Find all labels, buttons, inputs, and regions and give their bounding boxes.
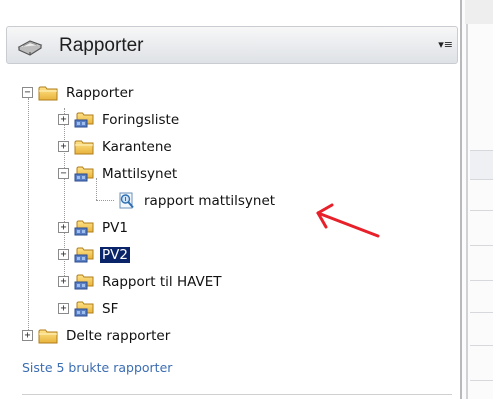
folder-icon bbox=[38, 84, 60, 102]
folder-icon bbox=[74, 138, 96, 156]
tree-node-label: rapport mattilsynet bbox=[144, 193, 276, 209]
tree-node-label-selected: PV2 bbox=[100, 247, 130, 263]
tree-node-label: Delte rapporter bbox=[66, 328, 171, 344]
tree-node-delte-rapporter[interactable]: Delte rapporter bbox=[38, 325, 172, 347]
tree-node-label: PV1 bbox=[102, 220, 128, 236]
shared-folder-icon bbox=[74, 273, 96, 291]
report-icon bbox=[119, 192, 134, 209]
panel-header[interactable]: Rapporter ▾≡ bbox=[6, 26, 458, 64]
panel-title: Rapporter bbox=[59, 35, 144, 56]
tree-node-pv1[interactable]: PV1 bbox=[74, 217, 130, 239]
expand-toggle-rapport-til-havet[interactable]: + bbox=[58, 276, 69, 287]
annotation-arrow-icon bbox=[316, 203, 380, 238]
expand-toggle-delte-rapporter[interactable]: + bbox=[22, 330, 33, 341]
reports-panel: Rapporter ▾≡ − Rapporter + Foringsliste … bbox=[0, 0, 466, 399]
shared-folder-icon bbox=[74, 300, 96, 318]
tree-node-label: Mattilsynet bbox=[102, 166, 178, 182]
tree-connector bbox=[28, 98, 29, 338]
adjacent-pane-top bbox=[465, 0, 493, 24]
divider bbox=[22, 394, 452, 395]
shared-folder-icon bbox=[74, 219, 96, 237]
tree-connector bbox=[96, 200, 114, 201]
tree-node-foringsliste[interactable]: Foringsliste bbox=[74, 109, 181, 131]
tree-node-karantene[interactable]: Karantene bbox=[74, 136, 174, 158]
expand-toggle-foringsliste[interactable]: + bbox=[58, 114, 69, 125]
book-icon bbox=[17, 40, 43, 56]
panel-menu-button[interactable]: ▾≡ bbox=[438, 37, 453, 53]
adjacent-pane-edge bbox=[460, 0, 493, 399]
expand-toggle-karantene[interactable]: + bbox=[58, 141, 69, 152]
folder-icon bbox=[38, 327, 60, 345]
recent-reports-link[interactable]: Siste 5 brukte rapporter bbox=[22, 360, 172, 375]
tree-node-label: Rapporter bbox=[66, 85, 134, 101]
tree-node-label: Karantene bbox=[102, 139, 172, 155]
expand-toggle-pv2[interactable]: + bbox=[58, 249, 69, 260]
tree-node-label: Foringsliste bbox=[102, 112, 180, 128]
tree-node-pv2[interactable]: PV2 bbox=[74, 244, 130, 266]
tree-node-mattilsynet[interactable]: Mattilsynet bbox=[74, 163, 179, 185]
tree-node-rapport-mattilsynet[interactable]: rapport mattilsynet bbox=[116, 190, 277, 212]
tree-node-label: Rapport til HAVET bbox=[102, 274, 222, 290]
collapse-toggle-rapporter[interactable]: − bbox=[22, 87, 33, 98]
tree-node-rapport-til-havet[interactable]: Rapport til HAVET bbox=[74, 271, 224, 293]
shared-folder-icon bbox=[74, 111, 96, 129]
expand-toggle-sf[interactable]: + bbox=[58, 303, 69, 314]
collapse-toggle-mattilsynet[interactable]: − bbox=[58, 168, 69, 179]
tree-node-label: SF bbox=[102, 301, 119, 317]
shared-folder-icon bbox=[74, 246, 96, 264]
expand-toggle-pv1[interactable]: + bbox=[58, 222, 69, 233]
tree-node-sf[interactable]: SF bbox=[74, 298, 120, 320]
shared-folder-icon bbox=[74, 165, 96, 183]
tree-node-rapporter[interactable]: Rapporter bbox=[38, 82, 135, 104]
